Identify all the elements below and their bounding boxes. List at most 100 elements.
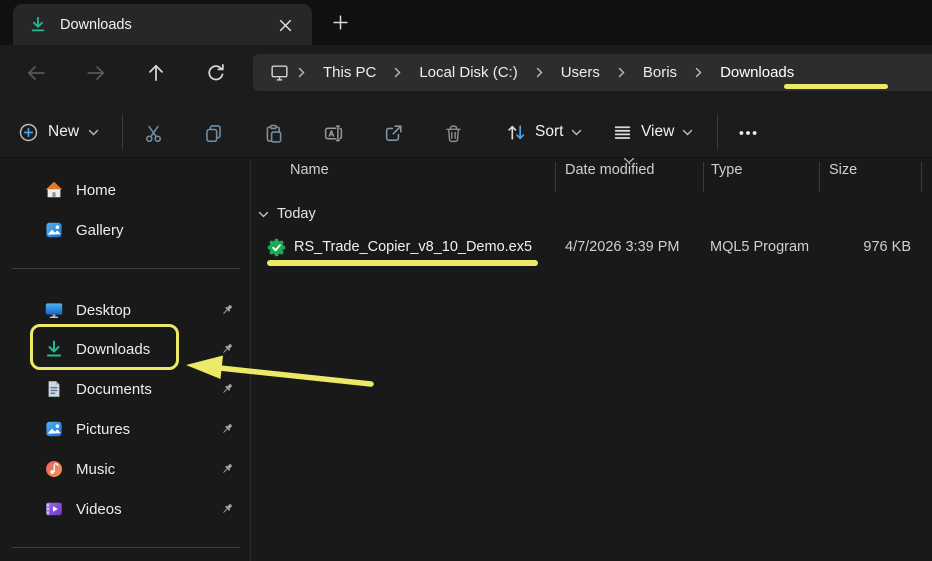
sidebar-item-documents[interactable]: Documents [8, 369, 243, 409]
sidebar-item-label: Pictures [76, 420, 131, 438]
pictures-icon [44, 419, 64, 439]
up-button[interactable] [140, 58, 172, 88]
trash-icon [443, 123, 464, 144]
plus-icon [332, 15, 348, 30]
chevron-down-icon [571, 129, 582, 136]
rename-icon [323, 123, 344, 144]
close-icon [279, 19, 292, 32]
toolbar-divider [122, 114, 123, 150]
sidebar-item-label: Videos [76, 500, 122, 518]
back-button[interactable] [20, 58, 52, 88]
chevron-right-icon [693, 67, 704, 78]
tab-title: Downloads [60, 16, 132, 33]
music-icon [44, 459, 64, 479]
column-divider[interactable] [819, 162, 820, 192]
back-icon [25, 62, 47, 84]
share-button[interactable] [373, 118, 413, 148]
column-divider[interactable] [555, 162, 556, 192]
copy-icon [203, 123, 224, 144]
sidebar: Home Gallery Desktop Downloads Documents… [0, 158, 251, 561]
documents-icon [44, 379, 64, 399]
tab-downloads[interactable]: Downloads [13, 4, 312, 45]
paste-icon [263, 123, 284, 144]
file-row[interactable]: RS_Trade_Copier_v8_10_Demo.ex5 4/7/2026 … [256, 232, 926, 263]
pin-icon [219, 381, 235, 397]
sidebar-item-label: Documents [76, 380, 152, 398]
titlebar: Downloads [0, 0, 932, 45]
this-pc-icon [269, 62, 290, 83]
group-header-today[interactable]: Today [258, 206, 316, 222]
file-date-modified: 4/7/2026 3:39 PM [565, 239, 680, 255]
chevron-down-icon [682, 129, 693, 136]
sidebar-item-desktop[interactable]: Desktop [8, 290, 243, 330]
up-arrow-icon [145, 62, 167, 84]
sidebar-item-music[interactable]: Music [8, 449, 243, 489]
chevron-down-icon [258, 211, 269, 218]
cut-button[interactable] [133, 118, 173, 148]
sort-button[interactable]: Sort [506, 117, 582, 147]
forward-button[interactable] [80, 58, 112, 88]
sidebar-item-downloads[interactable]: Downloads [8, 329, 243, 369]
toolbar-divider [717, 114, 718, 150]
group-label: Today [277, 206, 316, 222]
mql5-program-icon [266, 237, 287, 258]
sidebar-item-label: Downloads [76, 340, 151, 358]
sort-button-label: Sort [535, 123, 564, 140]
more-options-button[interactable] [728, 118, 768, 148]
pin-icon [219, 341, 235, 357]
forward-icon [85, 62, 107, 84]
sidebar-item-label: Gallery [76, 221, 124, 239]
file-type: MQL5 Program [710, 239, 810, 255]
paste-button[interactable] [253, 118, 293, 148]
sidebar-separator [12, 547, 240, 548]
sidebar-item-label: Desktop [76, 301, 132, 319]
view-list-icon [612, 122, 633, 143]
new-button[interactable]: New [18, 117, 99, 147]
sidebar-item-label: Music [76, 460, 116, 478]
column-divider[interactable] [921, 162, 922, 192]
sidebar-separator [12, 268, 240, 269]
home-icon [44, 180, 64, 200]
pin-icon [219, 421, 235, 437]
delete-button[interactable] [433, 118, 473, 148]
share-icon [383, 123, 404, 144]
view-button[interactable]: View [612, 117, 693, 147]
chevron-down-icon [88, 129, 99, 136]
copy-button[interactable] [193, 118, 233, 148]
breadcrumb-users[interactable]: Users [551, 64, 610, 81]
rename-button[interactable] [313, 118, 353, 148]
download-icon [29, 15, 47, 34]
new-tab-button[interactable] [326, 10, 354, 35]
gallery-icon [44, 220, 64, 240]
tab-close-button[interactable] [272, 13, 298, 37]
breadcrumb-highlight-underline [784, 84, 888, 89]
sidebar-item-gallery[interactable]: Gallery [8, 210, 243, 250]
breadcrumb-boris[interactable]: Boris [633, 64, 687, 81]
breadcrumb-downloads[interactable]: Downloads [710, 64, 804, 81]
new-button-label: New [48, 123, 80, 140]
pin-icon [219, 302, 235, 318]
column-header-type[interactable]: Type [711, 162, 742, 178]
breadcrumb-local-disk[interactable]: Local Disk (C:) [409, 64, 527, 81]
view-button-label: View [641, 123, 675, 140]
chevron-right-icon [616, 67, 627, 78]
chevron-right-icon [392, 67, 403, 78]
sidebar-item-label: Home [76, 181, 117, 199]
new-plus-icon [18, 122, 39, 143]
downloads-icon [44, 339, 64, 359]
sidebar-item-home[interactable]: Home [8, 170, 243, 210]
file-name: RS_Trade_Copier_v8_10_Demo.ex5 [294, 239, 533, 255]
refresh-button[interactable] [200, 58, 232, 88]
sort-icon [506, 122, 527, 143]
file-explorer-window: Downloads This PC Local Disk (C:) Users … [0, 0, 932, 561]
scissors-icon [143, 123, 164, 144]
column-header-size[interactable]: Size [829, 162, 857, 178]
desktop-icon [44, 300, 64, 320]
file-size: 976 KB [863, 239, 911, 255]
column-header-name[interactable]: Name [290, 162, 329, 178]
sidebar-item-videos[interactable]: Videos [8, 489, 243, 529]
breadcrumb-this-pc[interactable]: This PC [313, 64, 386, 81]
column-divider[interactable] [703, 162, 704, 192]
sidebar-item-pictures[interactable]: Pictures [8, 409, 243, 449]
column-header-date-modified[interactable]: Date modified [565, 162, 654, 178]
